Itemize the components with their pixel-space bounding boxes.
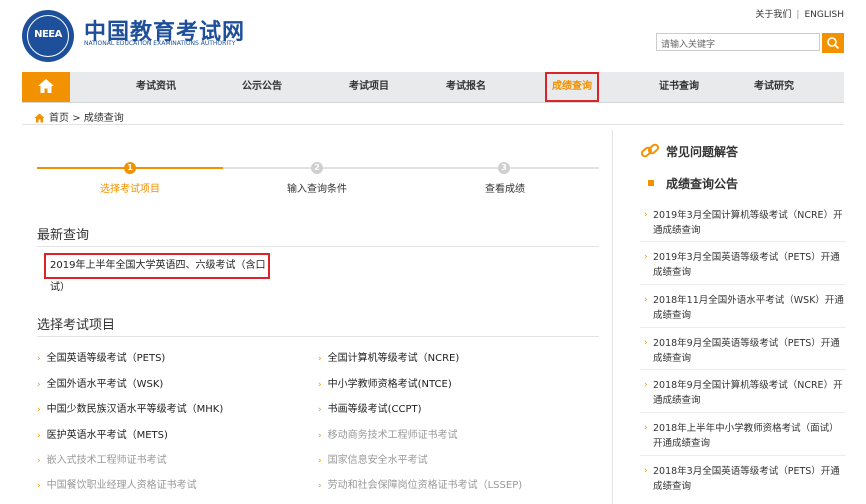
chevron-right-icon: › — [37, 354, 41, 364]
chevron-right-icon: › — [644, 252, 648, 262]
step-1-label: 选择考试项目 — [100, 184, 160, 195]
search-input[interactable]: 请输入关键字 — [656, 33, 820, 51]
chevron-right-icon: › — [644, 295, 648, 305]
nav-item-certificate-query[interactable]: 证书查询 — [659, 72, 699, 102]
exam-link-mets[interactable]: › 医护英语水平考试（METS) — [37, 426, 168, 441]
chevron-right-icon: › — [644, 380, 648, 390]
site-subtitle: NATIONAL EDUCATION EXAMINATIONS AUTHORIT… — [84, 40, 236, 47]
sidebar-divider — [612, 130, 613, 504]
exam-link-pets[interactable]: › 全国英语等级考试（PETS) — [37, 349, 165, 364]
bullet-square-icon — [648, 180, 654, 186]
latest-divider — [37, 246, 599, 247]
nav-item-registration[interactable]: 考试报名 — [446, 72, 486, 102]
step-2-dot: 2 — [311, 162, 323, 174]
exam-link-wsk[interactable]: › 全国外语水平考试（WSK) — [37, 375, 163, 390]
logo-text: NEEA — [34, 29, 62, 40]
announcement-item[interactable]: › 2019年3月全国计算机等级考试（NCRE）开通成绩查询 — [644, 208, 846, 238]
chevron-right-icon: › — [318, 380, 322, 390]
link-icon — [640, 143, 660, 158]
project-divider — [37, 336, 599, 337]
exam-link-info-security: › 国家信息安全水平考试 — [318, 455, 428, 466]
announcement-item[interactable]: › 2018年11月全国外语水平考试（WSK）开通成绩查询 — [644, 293, 846, 323]
breadcrumb-home[interactable]: 首页 — [49, 113, 69, 124]
chevron-right-icon: › — [318, 431, 322, 441]
step-1-dot: 1 — [124, 162, 136, 174]
step-2-label: 输入查询条件 — [287, 184, 347, 195]
nav-item-score-query[interactable]: 成绩查询 — [545, 72, 599, 102]
select-project-title: 选择考试项目 — [37, 318, 116, 333]
nav-item-exam-news[interactable]: 考试资讯 — [136, 72, 176, 102]
chevron-right-icon: › — [37, 481, 41, 491]
exam-link-mhk[interactable]: › 中国少数民族汉语水平等级考试（MHK) — [37, 400, 223, 415]
announcement-item[interactable]: › 2018年上半年中小学教师资格考试（面试）开通成绩查询 — [644, 421, 846, 451]
exam-link-lssep: › 劳动和社会保障岗位资格证书考试（LSSEP) — [318, 480, 523, 491]
top-links: 关于我们 | ENGLISH — [755, 10, 844, 20]
announcement-item[interactable]: › 2018年9月全国英语等级考试（PETS）开通成绩查询 — [644, 336, 846, 366]
chevron-right-icon: › — [644, 210, 648, 220]
breadcrumb-divider — [22, 124, 844, 125]
chevron-right-icon: › — [318, 481, 322, 491]
neea-logo[interactable]: NEEA — [22, 10, 74, 62]
main-nav: 考试资讯 公示公告 考试项目 考试报名 成绩查询 证书查询 考试研究 — [22, 72, 844, 103]
about-us-link[interactable]: 关于我们 — [755, 10, 791, 20]
chevron-right-icon: › — [37, 431, 41, 441]
chevron-right-icon: › — [318, 405, 322, 415]
announcement-title: 成绩查询公告 — [666, 177, 739, 191]
exam-link-mobile-commerce: › 移动商务技术工程师证书考试 — [318, 430, 458, 441]
faq-link[interactable]: 常见问题解答 — [666, 143, 738, 160]
search-button[interactable] — [822, 33, 844, 53]
breadcrumb-current: 成绩查询 — [83, 113, 124, 124]
chevron-right-icon: › — [644, 466, 648, 476]
announcement-item[interactable]: › 2019年3月全国英语等级考试（PETS）开通成绩查询 — [644, 250, 846, 280]
chevron-right-icon: › — [37, 456, 41, 466]
nav-item-announcements[interactable]: 公示公告 — [242, 72, 282, 102]
nav-item-exam-projects[interactable]: 考试项目 — [349, 72, 389, 102]
step-remaining-line — [223, 167, 599, 169]
home-icon — [38, 79, 54, 93]
chevron-right-icon: › — [644, 338, 648, 348]
exam-link-ccpt[interactable]: › 书画等级考试(CCPT) — [318, 400, 422, 415]
chevron-right-icon: › — [318, 456, 322, 466]
announcement-item[interactable]: › 2018年3月全国英语等级考试（PETS）开通成绩查询 — [644, 464, 846, 494]
chevron-right-icon: › — [37, 380, 41, 390]
chevron-right-icon: › — [644, 423, 648, 433]
exam-link-embedded: › 嵌入式技术工程师证书考试 — [37, 455, 167, 466]
chevron-right-icon: › — [318, 354, 322, 364]
latest-query-link[interactable]: 2019年上半年全国大学英语四、六级考试（含口试） — [44, 253, 270, 293]
latest-query-title: 最新查询 — [37, 228, 90, 243]
step-3-label: 查看成绩 — [485, 184, 525, 195]
nav-item-exam-research[interactable]: 考试研究 — [754, 72, 794, 102]
search-icon — [827, 37, 840, 50]
nav-home-button[interactable] — [22, 72, 70, 102]
chevron-right-icon: › — [37, 405, 41, 415]
breadcrumb-separator: > — [72, 113, 81, 124]
exam-link-ncre[interactable]: › 全国计算机等级考试（NCRE) — [318, 349, 459, 364]
exam-link-ntce[interactable]: › 中小学教师资格考试(NTCE) — [318, 375, 452, 390]
announcement-item[interactable]: › 2018年9月全国计算机等级考试（NCRE）开通成绩查询 — [644, 378, 846, 408]
home-icon — [34, 113, 45, 123]
breadcrumb: 首页 > 成绩查询 — [34, 109, 124, 124]
step-3-dot: 3 — [498, 162, 510, 174]
english-link[interactable]: ENGLISH — [804, 10, 844, 20]
exam-link-catering: › 中国餐饮职业经理人资格证书考试 — [37, 480, 197, 491]
